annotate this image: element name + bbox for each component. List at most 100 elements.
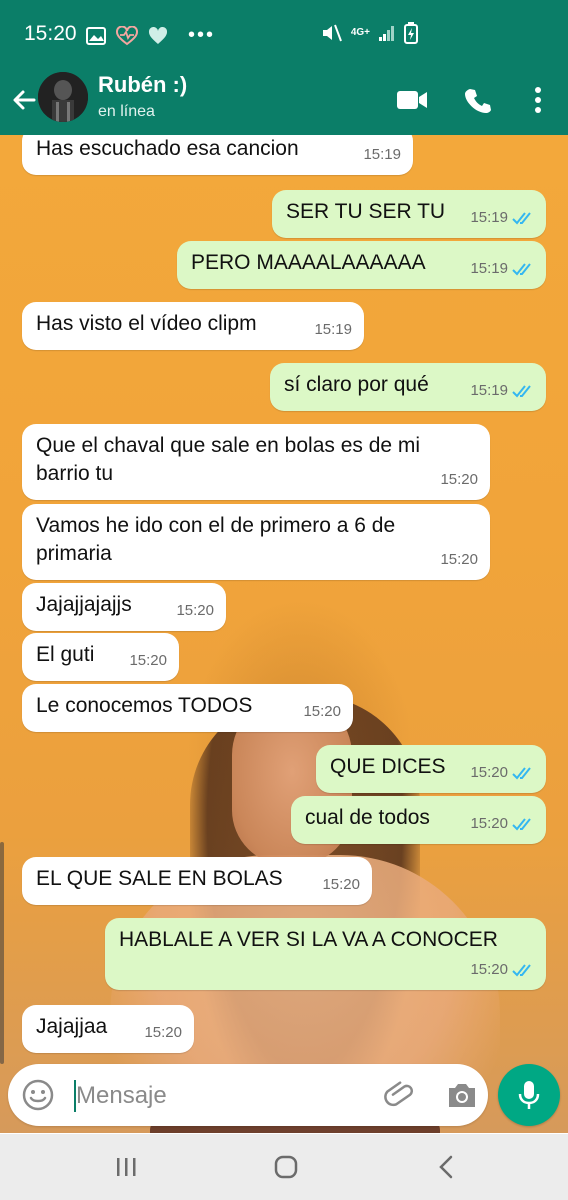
message-incoming[interactable]: Jajajjajajjs 15:20: [22, 583, 226, 631]
message-text: El guti: [36, 643, 95, 666]
message-meta: 15:20: [470, 810, 534, 838]
read-ticks-icon: [512, 263, 531, 276]
message-outgoing[interactable]: SER TU SER TU 15:19: [272, 190, 546, 238]
emoji-icon[interactable]: [22, 1079, 54, 1111]
message-meta: 15:20: [176, 597, 214, 625]
contact-status: en línea: [98, 103, 155, 120]
message-text: PERO MAAAALAAAAAA: [191, 251, 426, 274]
message-text: cual de todos: [305, 806, 430, 829]
message-input-box[interactable]: Mensaje: [8, 1064, 488, 1126]
back-arrow-icon[interactable]: [10, 86, 38, 114]
contact-avatar[interactable]: [38, 72, 88, 122]
notification-icons: •••: [86, 24, 215, 47]
read-ticks-icon: [512, 767, 531, 780]
message-text: Has visto el vídeo clipm: [36, 312, 257, 335]
home-icon: [274, 1155, 298, 1179]
message-meta: 15:20: [303, 698, 341, 726]
chat-header: Rubén :) en línea: [0, 68, 568, 135]
message-time: 15:20: [440, 471, 478, 488]
recents-icon: [117, 1158, 136, 1176]
message-meta: 15:20: [440, 546, 478, 574]
status-time: 15:20: [24, 22, 77, 45]
read-ticks-icon: [512, 964, 531, 977]
system-nav-bar: [0, 1134, 568, 1200]
message-meta: 15:19: [470, 204, 534, 232]
read-ticks-icon: [512, 385, 531, 398]
message-incoming[interactable]: Que el chaval que sale en bolas es de mi…: [22, 424, 490, 500]
message-outgoing[interactable]: QUE DICES 15:20: [316, 745, 546, 793]
message-time: 15:20: [322, 876, 360, 893]
message-text: Vamos he ido con el de primero a 6 de pr…: [36, 514, 396, 565]
message-incoming[interactable]: Has escuchado esa cancion 15:19: [22, 135, 413, 175]
message-meta: 15:19: [470, 255, 534, 283]
message-meta: 15:19: [363, 141, 401, 169]
more-vert-icon: [535, 87, 541, 113]
message-meta: 15:20: [322, 871, 360, 899]
message-time: 15:19: [470, 260, 508, 277]
video-call-button[interactable]: [394, 82, 430, 118]
message-time: 15:19: [470, 382, 508, 399]
message-incoming[interactable]: Vamos he ido con el de primero a 6 de pr…: [22, 504, 490, 580]
mic-icon: [518, 1081, 540, 1109]
message-text: HABLALE A VER SI LA VA A CONOCER: [119, 928, 498, 951]
back-button[interactable]: [426, 1152, 466, 1182]
video-call-icon: [397, 91, 427, 109]
message-time: 15:19: [470, 209, 508, 226]
message-time: 15:20: [470, 815, 508, 832]
recents-button[interactable]: [106, 1152, 146, 1182]
message-time: 15:20: [176, 602, 214, 619]
message-meta: 15:19: [314, 316, 352, 344]
message-incoming[interactable]: El guti 15:20: [22, 633, 179, 681]
message-incoming[interactable]: Has visto el vídeo clipm 15:19: [22, 302, 364, 350]
mute-icon: [322, 24, 342, 42]
home-button[interactable]: [266, 1152, 306, 1182]
voice-call-button[interactable]: [460, 82, 496, 118]
message-outgoing[interactable]: sí claro por qué 15:19: [270, 363, 546, 411]
read-ticks-icon: [512, 212, 531, 225]
heart-icon: [148, 26, 168, 44]
message-text: Que el chaval que sale en bolas es de mi…: [36, 434, 421, 485]
mic-button[interactable]: [498, 1064, 560, 1126]
signal-icon: [379, 26, 394, 41]
message-outgoing[interactable]: cual de todos 15:20: [291, 796, 546, 844]
chat-background: Has escuchado esa cancion 15:19 SER TU S…: [0, 135, 568, 1133]
message-text: Has escuchado esa cancion: [36, 137, 299, 160]
message-text: Le conocemos TODOS: [36, 694, 253, 717]
message-time: 15:20: [440, 551, 478, 568]
gallery-icon: [86, 26, 106, 45]
message-composer: Mensaje: [0, 1060, 568, 1134]
message-incoming[interactable]: EL QUE SALE EN BOLAS 15:20: [22, 857, 372, 905]
message-outgoing[interactable]: HABLALE A VER SI LA VA A CONOCER 15:20: [105, 918, 546, 990]
message-incoming[interactable]: Jajajjaa 15:20: [22, 1005, 194, 1053]
message-text: Jajajjaa: [36, 1015, 108, 1038]
message-incoming[interactable]: Le conocemos TODOS 15:20: [22, 684, 353, 732]
message-text: EL QUE SALE EN BOLAS: [36, 867, 283, 890]
scrollbar-thumb[interactable]: [0, 842, 4, 1064]
message-text: Jajajjajajjs: [36, 593, 132, 616]
attach-icon[interactable]: [384, 1078, 418, 1112]
system-icons: 4G+: [321, 22, 418, 44]
contact-name[interactable]: Rubén :): [98, 72, 187, 98]
phone-icon: [465, 89, 491, 113]
read-ticks-icon: [512, 818, 531, 831]
message-time: 15:19: [314, 321, 352, 338]
message-meta: 15:20: [470, 956, 534, 984]
avatar-photo: [38, 72, 88, 122]
message-time: 15:20: [470, 764, 508, 781]
message-meta: 15:19: [470, 377, 534, 405]
message-text: SER TU SER TU: [286, 200, 446, 223]
message-text: sí claro por qué: [284, 373, 429, 396]
message-input[interactable]: Mensaje: [76, 1082, 167, 1110]
message-meta: 15:20: [129, 647, 167, 675]
more-options-button[interactable]: [520, 82, 556, 118]
camera-icon[interactable]: [446, 1080, 478, 1110]
message-time: 15:20: [470, 961, 508, 978]
more-notifications-icon: •••: [188, 24, 216, 46]
back-icon: [439, 1155, 453, 1179]
health-icon: [116, 25, 138, 45]
message-time: 15:19: [363, 146, 401, 163]
message-outgoing[interactable]: PERO MAAAALAAAAAA 15:19: [177, 241, 546, 289]
message-meta: 15:20: [144, 1019, 182, 1047]
message-meta: 15:20: [440, 466, 478, 494]
status-bar: 15:20 ••• 4G+: [0, 0, 568, 68]
